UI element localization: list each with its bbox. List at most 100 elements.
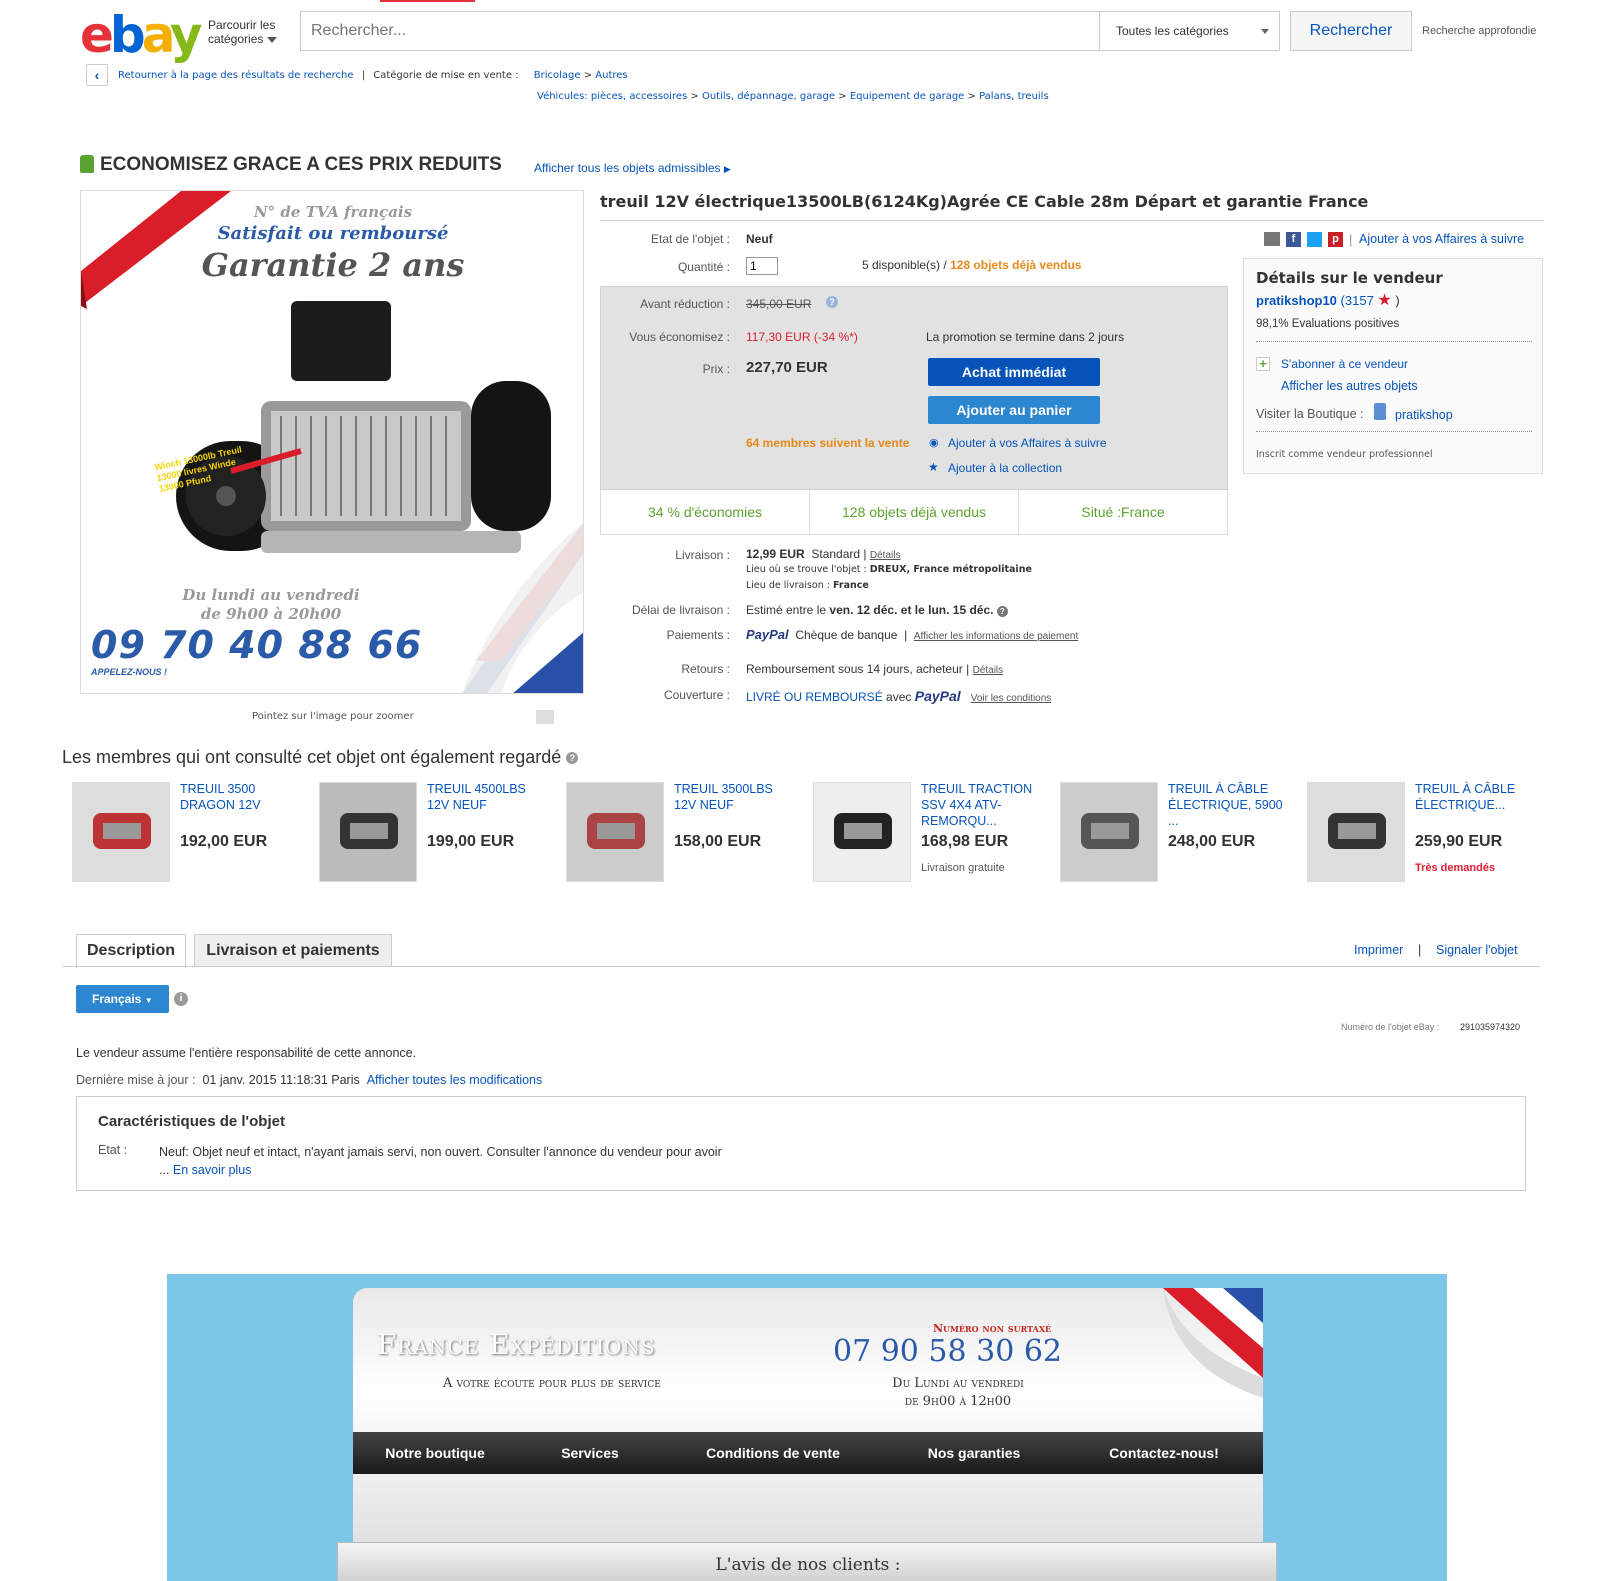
- item-title-link[interactable]: TREUIL 4500LBS 12V NEUF: [427, 781, 547, 813]
- seller-name[interactable]: pratikshop10: [1256, 293, 1337, 308]
- plus-icon[interactable]: +: [1256, 357, 1270, 371]
- logo-a: a: [141, 6, 174, 64]
- ship-to-label: Lieu de livraison :: [746, 580, 830, 591]
- language-button[interactable]: Français ▼: [76, 985, 169, 1013]
- ebay-logo[interactable]: ebay: [80, 10, 202, 62]
- conditions-link[interactable]: Voir les conditions: [971, 693, 1052, 704]
- condition-label: Etat de l'objet :: [650, 232, 730, 246]
- sold-count: 128 objets déjà vendus: [950, 258, 1082, 272]
- delay-label: Délai de livraison :: [631, 603, 730, 617]
- main-item-image[interactable]: N° de TVA français Satisfait ou rembours…: [80, 190, 584, 694]
- pinterest-icon[interactable]: p: [1328, 232, 1343, 247]
- browse-categories[interactable]: Parcourir les catégories: [208, 18, 277, 46]
- thumbnail-icon[interactable]: [536, 710, 554, 724]
- watch-link-top[interactable]: Ajouter à vos Affaires à suivre: [1359, 232, 1524, 246]
- more-prefix: ...: [159, 1163, 170, 1177]
- read-more-link[interactable]: En savoir plus: [173, 1163, 252, 1177]
- divider: [600, 220, 1544, 221]
- hours-line2: de 9h00 à 20h00: [200, 605, 342, 623]
- item-thumbnail[interactable]: [813, 782, 911, 882]
- updates-link[interactable]: Afficher toutes les modifications: [367, 1073, 543, 1087]
- category-label: Catégorie de mise en vente :: [373, 70, 519, 81]
- nav-services[interactable]: Services: [517, 1432, 663, 1474]
- help-icon[interactable]: ?: [826, 296, 838, 308]
- other-items-link[interactable]: Afficher les autres objets: [1281, 379, 1418, 393]
- facebook-icon[interactable]: f: [1286, 232, 1301, 247]
- help-icon[interactable]: ?: [996, 606, 1008, 617]
- top-accent: [380, 0, 475, 2]
- watch-link[interactable]: Ajouter à vos Affaires à suivre: [948, 436, 1107, 450]
- shipping-details-link[interactable]: Détails: [870, 550, 901, 561]
- buy-now-button[interactable]: Achat immédiat: [928, 358, 1100, 386]
- breadcrumb-item[interactable]: Palans, treuils: [979, 91, 1049, 102]
- add-to-cart-button[interactable]: Ajouter au panier: [928, 396, 1100, 424]
- item-thumbnail[interactable]: [566, 782, 664, 882]
- payment-info-link[interactable]: Afficher les informations de paiement: [914, 631, 1078, 642]
- stat-location: Situé :France: [1081, 504, 1165, 520]
- returns-label: Retours :: [681, 662, 730, 676]
- logo-b: b: [109, 6, 146, 64]
- breadcrumb-item[interactable]: Véhicules: pièces, accessoires: [537, 91, 687, 102]
- browse-line2: catégories: [208, 32, 264, 46]
- help-icon[interactable]: i: [174, 992, 188, 1006]
- cover-link[interactable]: LIVRÉ OU REMBOURSÉ: [746, 690, 883, 704]
- tab-description[interactable]: Description: [76, 934, 186, 968]
- flag-corner-icon: [1163, 1288, 1263, 1398]
- item-title-link[interactable]: TREUIL 3500 DRAGON 12V: [180, 781, 300, 813]
- report-link[interactable]: Signaler l'objet: [1436, 943, 1518, 957]
- promo-link[interactable]: Afficher tous les objets admissibles ▶: [534, 161, 731, 175]
- payments-value: PayPal Chèque de banque | Afficher les i…: [746, 627, 1079, 642]
- read-more: ... En savoir plus: [159, 1163, 251, 1177]
- back-arrow-icon[interactable]: ‹: [86, 64, 108, 86]
- print-link[interactable]: Imprimer: [1354, 943, 1403, 957]
- breadcrumb-item[interactable]: Bricolage: [534, 70, 581, 81]
- item-number-label: Numéro de l'objet eBay :: [1341, 1022, 1440, 1032]
- twitter-icon[interactable]: [1307, 232, 1322, 247]
- back-to-results-link[interactable]: Retourner à la page des résultats de rec…: [118, 70, 354, 81]
- shop-label: Visiter la Boutique :: [1256, 407, 1364, 421]
- subscribe-link[interactable]: S'abonner à ce vendeur: [1281, 357, 1408, 371]
- location-value: DREUX, France métropolitaine: [869, 564, 1032, 575]
- item-title-link[interactable]: TREUIL 3500LBS 12V NEUF: [674, 781, 794, 813]
- breadcrumb-item[interactable]: Autres: [595, 70, 627, 81]
- search-input[interactable]: [300, 11, 1100, 51]
- logo-y: y: [169, 6, 203, 64]
- item-title-link[interactable]: TREUIL À CÂBLE ÉLECTRIQUE, 5900 ...: [1168, 781, 1288, 829]
- stat-savings: 34 % d'économies: [648, 504, 762, 520]
- nav-conditions[interactable]: Conditions de vente: [663, 1432, 883, 1474]
- category-select-value: Toutes les catégories: [1116, 24, 1229, 38]
- item-thumbnail[interactable]: [1307, 782, 1405, 882]
- paypal-logo: PayPal: [746, 627, 789, 642]
- free-shipping-label: Livraison gratuite: [921, 862, 1005, 874]
- state-value: Neuf: Objet neuf et intact, n'ayant jama…: [159, 1145, 722, 1159]
- help-icon[interactable]: ?: [566, 752, 579, 765]
- banner-nav: Notre boutique Services Conditions de ve…: [353, 1432, 1263, 1474]
- collection-link[interactable]: Ajouter à la collection: [948, 461, 1062, 475]
- item-thumbnail[interactable]: [319, 782, 417, 882]
- also-viewed-title: Les membres qui ont consulté cet objet o…: [62, 747, 579, 768]
- item-thumbnail[interactable]: [72, 782, 170, 882]
- nav-shop[interactable]: Notre boutique: [353, 1432, 517, 1474]
- quantity-input[interactable]: [746, 257, 778, 275]
- category-select[interactable]: Toutes les catégories: [1100, 11, 1280, 51]
- price-value: 227,70 EUR: [746, 359, 828, 376]
- nav-guarantees[interactable]: Nos garanties: [883, 1432, 1065, 1474]
- item-title-link[interactable]: TREUIL TRACTION SSV 4X4 ATV-REMORQU...: [921, 781, 1041, 829]
- delay-prefix: Estimé entre le: [746, 603, 827, 617]
- price-tag-icon: [80, 155, 94, 173]
- updated-value: 01 janv. 2015 11:18:31 Paris: [202, 1073, 360, 1087]
- advanced-search-link[interactable]: Recherche approfondie: [1422, 25, 1536, 37]
- item-title-link[interactable]: TREUIL À CÂBLE ÉLECTRIQUE...: [1415, 781, 1535, 813]
- shop-link[interactable]: pratikshop: [1395, 408, 1453, 422]
- breadcrumb-item[interactable]: Outils, dépannage, garage: [702, 91, 835, 102]
- search-button[interactable]: Rechercher: [1290, 11, 1412, 51]
- nav-contact[interactable]: Contactez-nous!: [1065, 1432, 1263, 1474]
- seller-score: (3157: [1340, 293, 1374, 308]
- seller-banner: France Expéditions A votre écoute pour p…: [167, 1274, 1447, 1581]
- item-price: 199,00 EUR: [427, 833, 515, 850]
- email-icon[interactable]: [1264, 232, 1280, 246]
- returns-details-link[interactable]: Détails: [973, 665, 1004, 676]
- breadcrumb-item[interactable]: Equipement de garage: [850, 91, 965, 102]
- tab-shipping-payments[interactable]: Livraison et paiements: [194, 934, 392, 967]
- item-thumbnail[interactable]: [1060, 782, 1158, 882]
